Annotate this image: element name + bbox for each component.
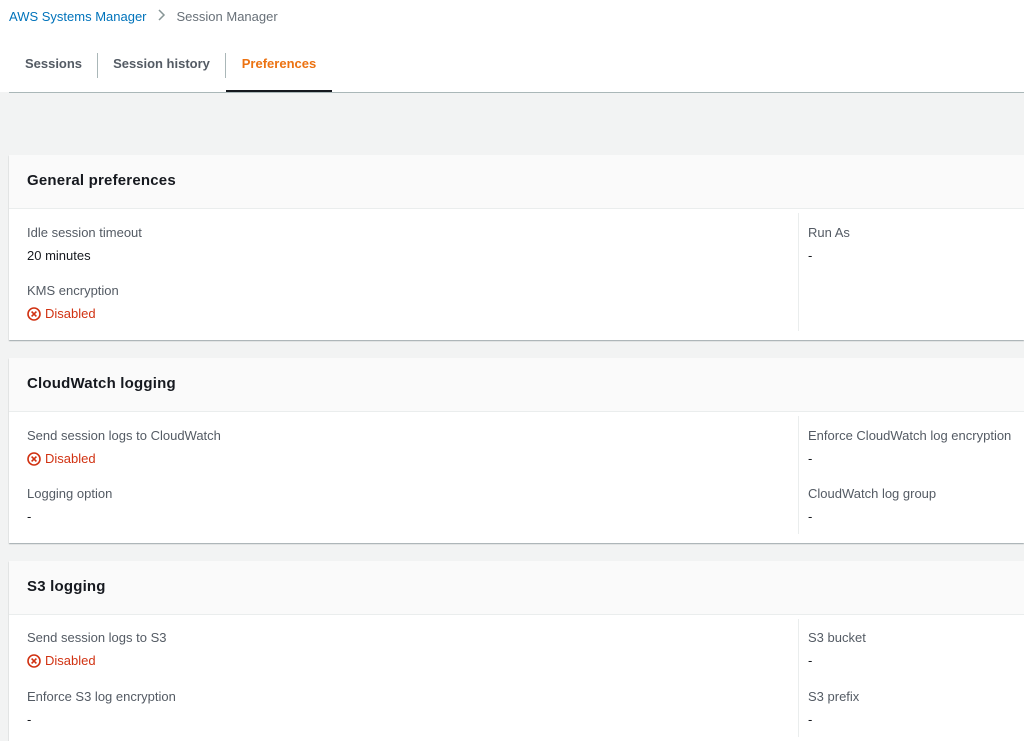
panel-title: General preferences <box>27 172 176 189</box>
enforce-s3-encryption-field: Enforce S3 log encryption - <box>27 689 176 727</box>
send-to-s3-field: Send session logs to S3 Disabled <box>27 630 166 668</box>
field-value: - <box>808 712 813 727</box>
panel-title: S3 logging <box>27 578 106 595</box>
field-label: CloudWatch log group <box>808 486 937 501</box>
idle-timeout-field: Idle session timeout 20 minutes <box>27 225 142 263</box>
top-bar: AWS Systems Manager Session Manager Sess… <box>0 0 1024 93</box>
status-badge: Disabled <box>27 306 119 321</box>
breadcrumb-systems-manager-link[interactable]: AWS Systems Manager <box>9 9 147 24</box>
panel-title: CloudWatch logging <box>27 375 176 392</box>
field-label: S3 bucket <box>808 630 866 645</box>
error-circle-x-icon <box>27 653 41 668</box>
column-divider <box>798 619 799 737</box>
field-value: - <box>27 712 32 727</box>
status-badge: Disabled <box>27 653 166 668</box>
status-text: Disabled <box>45 653 96 668</box>
send-to-cloudwatch-field: Send session logs to CloudWatch Disabled <box>27 428 221 466</box>
cloudwatch-log-group-field: CloudWatch log group - <box>808 486 936 524</box>
tab-sessions[interactable]: Sessions <box>9 46 98 91</box>
field-value: - <box>808 653 813 668</box>
field-label: Idle session timeout <box>27 225 142 240</box>
field-label: S3 prefix <box>808 689 860 704</box>
kms-encryption-field: KMS encryption Disabled <box>27 283 119 321</box>
breadcrumb-current: Session Manager <box>176 8 278 24</box>
field-label: Enforce CloudWatch log encryption <box>808 428 1012 443</box>
error-circle-x-icon <box>27 451 41 466</box>
panel-header: CloudWatch logging <box>9 358 1024 412</box>
field-value: - <box>808 509 813 524</box>
s3-prefix-field: S3 prefix - <box>808 689 859 727</box>
status-text: Disabled <box>45 451 96 466</box>
field-value: - <box>808 248 813 263</box>
cloudwatch-logging-panel: CloudWatch logging Send session logs to … <box>9 358 1024 543</box>
s3-logging-panel: S3 logging Send session logs to S3 Disab… <box>9 561 1024 741</box>
run-as-field: Run As - <box>808 225 850 263</box>
enforce-cloudwatch-encryption-field: Enforce CloudWatch log encryption - <box>808 428 1011 466</box>
tab-session-history[interactable]: Session history <box>98 46 225 91</box>
breadcrumb: AWS Systems Manager Session Manager <box>9 8 278 24</box>
field-value: - <box>808 451 813 466</box>
field-label: Logging option <box>27 486 113 501</box>
status-text: Disabled <box>45 306 96 321</box>
s3-bucket-field: S3 bucket - <box>808 630 866 668</box>
field-value: - <box>27 509 32 524</box>
panel-header: General preferences <box>9 155 1024 209</box>
status-badge: Disabled <box>27 451 221 466</box>
field-label: Enforce S3 log encryption <box>27 689 176 704</box>
error-circle-x-icon <box>27 306 41 321</box>
logging-option-field: Logging option - <box>27 486 112 524</box>
panel-header: S3 logging <box>9 561 1024 615</box>
field-value: 20 minutes <box>27 248 91 263</box>
field-label: Run As <box>808 225 850 240</box>
field-label: KMS encryption <box>27 283 119 298</box>
field-label: Send session logs to S3 <box>27 630 167 645</box>
tab-preferences[interactable]: Preferences <box>226 46 332 92</box>
field-label: Send session logs to CloudWatch <box>27 428 221 443</box>
general-preferences-panel: General preferences Idle session timeout… <box>9 155 1024 340</box>
column-divider <box>798 416 799 534</box>
column-divider <box>798 213 799 331</box>
tab-bar: Sessions Session history Preferences <box>9 46 1024 93</box>
chevron-right-icon <box>157 8 166 24</box>
